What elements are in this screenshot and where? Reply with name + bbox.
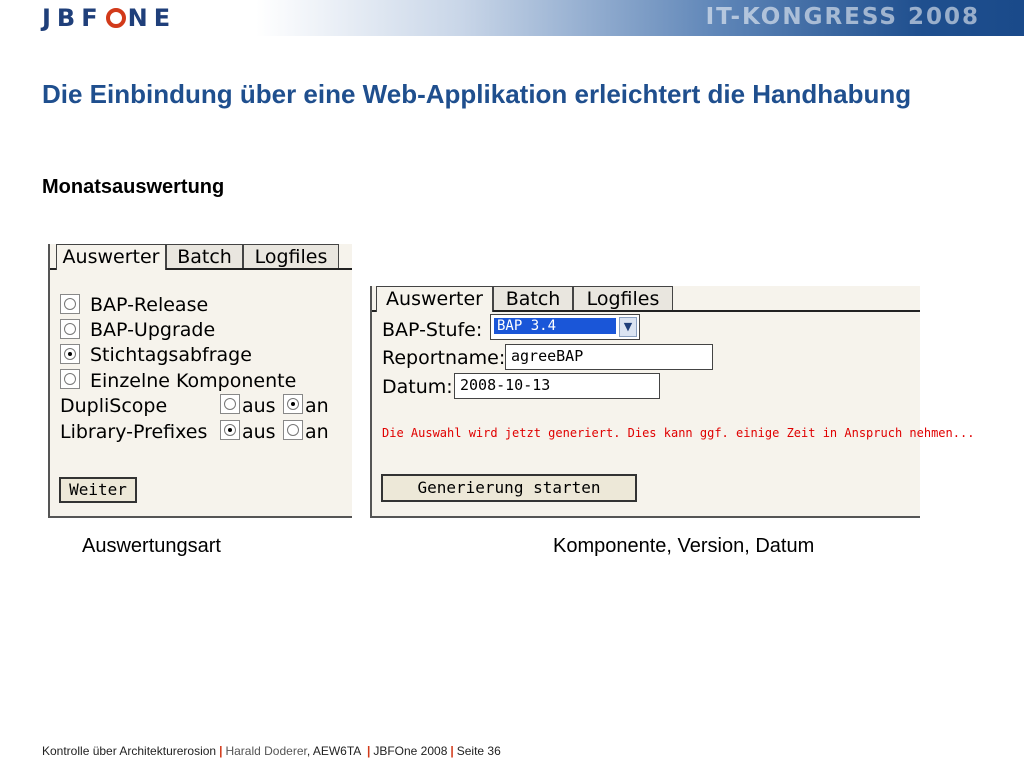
tab-logfiles[interactable]: Logfiles [573,286,673,310]
footer: Kontrolle über Architekturerosion | Harald… [42,744,501,758]
an-label: an [305,395,329,417]
tab-bar: Auswerter Batch Logfiles [372,286,920,312]
datum-label: Datum: [382,376,453,398]
tab-auswerter[interactable]: Auswerter [376,286,493,312]
an-label: an [305,421,329,443]
slide-title: Die Einbindung über eine Web-Applikation… [42,79,912,109]
option-label: BAP-Upgrade [90,319,216,341]
status-message: Die Auswahl wird jetzt generiert. Dies k… [382,426,975,440]
footer-title: Kontrolle über Architekturerosion [42,744,217,758]
tab-batch[interactable]: Batch [166,244,243,268]
bap-stufe-label: BAP-Stufe: [382,319,483,341]
reportname-input[interactable]: agreeBAP [505,344,713,370]
library-prefixes-aus-radio[interactable] [220,420,240,440]
option-label: Einzelne Komponente [90,370,297,392]
datum-input[interactable]: 2008-10-13 [454,373,660,399]
footer-separator: | [450,744,454,758]
footer-event: JBFOne 2008 [373,744,448,758]
radio-einzelne-komponente[interactable] [60,369,80,389]
library-prefixes-label: Library-Prefixes [60,421,208,443]
footer-author: Harald Doderer [225,744,307,758]
tab-batch[interactable]: Batch [493,286,573,310]
dupliscope-an-radio[interactable] [283,394,303,414]
tab-bar: Auswerter Batch Logfiles [50,244,352,270]
komponente-panel: Auswerter Batch Logfiles BAP-Stufe: BAP … [370,286,974,518]
caption-left: Auswertungsart [82,535,221,557]
slide-subtitle: Monatsauswertung [42,176,225,198]
aus-label: aus [242,421,276,443]
tab-auswerter[interactable]: Auswerter [56,244,166,270]
congress-label: IT-KONGRESS 2008 [705,4,980,30]
weiter-button[interactable]: Weiter [59,477,137,503]
bap-stufe-select[interactable]: BAP 3.4 ▼ [490,314,640,340]
header-bar: JBF NE IT-KONGRESS 2008 [0,0,1024,36]
footer-separator: | [366,744,371,758]
option-label: Stichtagsabfrage [90,344,252,366]
auswertungsart-panel: Auswerter Batch Logfiles BAP-Release BAP… [48,244,352,518]
reportname-label: Reportname: [382,347,506,369]
option-label: BAP-Release [90,294,209,316]
dupliscope-aus-radio[interactable] [220,394,240,414]
library-prefixes-an-radio[interactable] [283,420,303,440]
footer-department: , AEW6TA [306,744,361,758]
jbfone-logo: JBF NE [42,4,177,32]
chevron-down-icon[interactable]: ▼ [619,317,637,337]
aus-label: aus [242,395,276,417]
radio-bap-release[interactable] [60,294,80,314]
radio-bap-upgrade[interactable] [60,319,80,339]
dupliscope-label: DupliScope [60,395,168,417]
tab-logfiles[interactable]: Logfiles [243,244,339,268]
generierung-starten-button[interactable]: Generierung starten [381,474,637,502]
radio-stichtagsabfrage[interactable] [60,344,80,364]
footer-page: Seite 36 [456,744,501,758]
bap-stufe-value: BAP 3.4 [494,318,616,334]
caption-right: Komponente, Version, Datum [553,535,815,557]
